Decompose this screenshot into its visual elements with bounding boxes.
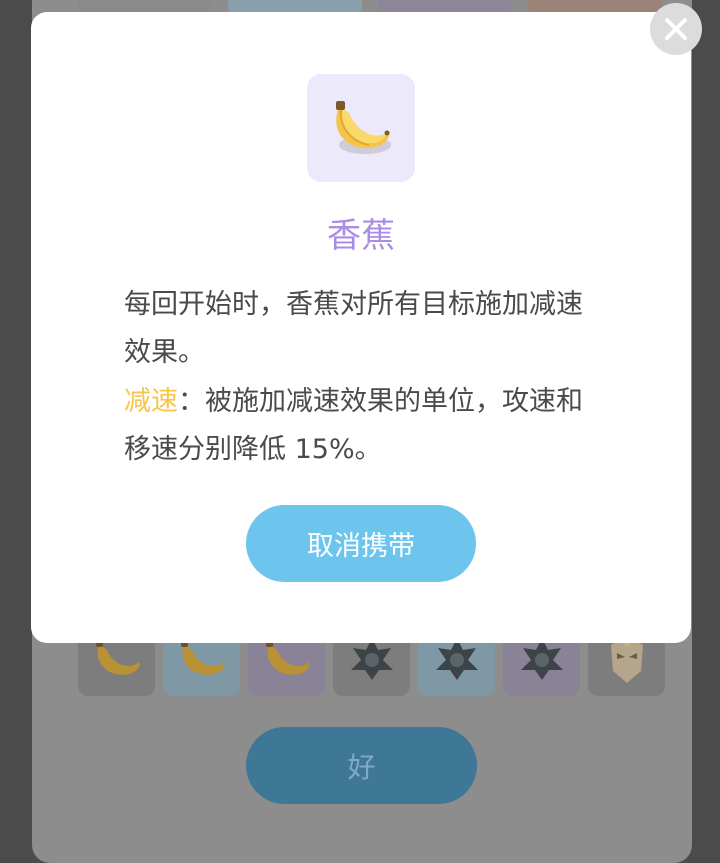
item-title: 香蕉 [327,216,395,256]
close-button[interactable] [650,3,702,55]
cancel-carry-button[interactable]: 取消携带 [246,505,476,582]
keyword-description: 减速：被施加减速效果的单位，攻速和移速分别降低 15%。 [124,378,599,474]
keyword-detail: ：被施加减速效果的单位，攻速和移速分别降低 15%。 [124,386,583,465]
banana-icon [336,101,391,154]
item-description: 每回开始时，香蕉对所有目标施加减速效果。 [124,289,583,368]
item-icon-frame [307,74,415,182]
ok-button[interactable]: 好 [246,727,477,804]
item-detail-dialog: 香蕉 每回开始时，香蕉对所有目标施加减速效果。 减速：被施加减速效果的单位，攻速… [31,12,691,643]
keyword-label: 减速 [124,386,178,417]
close-icon [665,18,687,40]
